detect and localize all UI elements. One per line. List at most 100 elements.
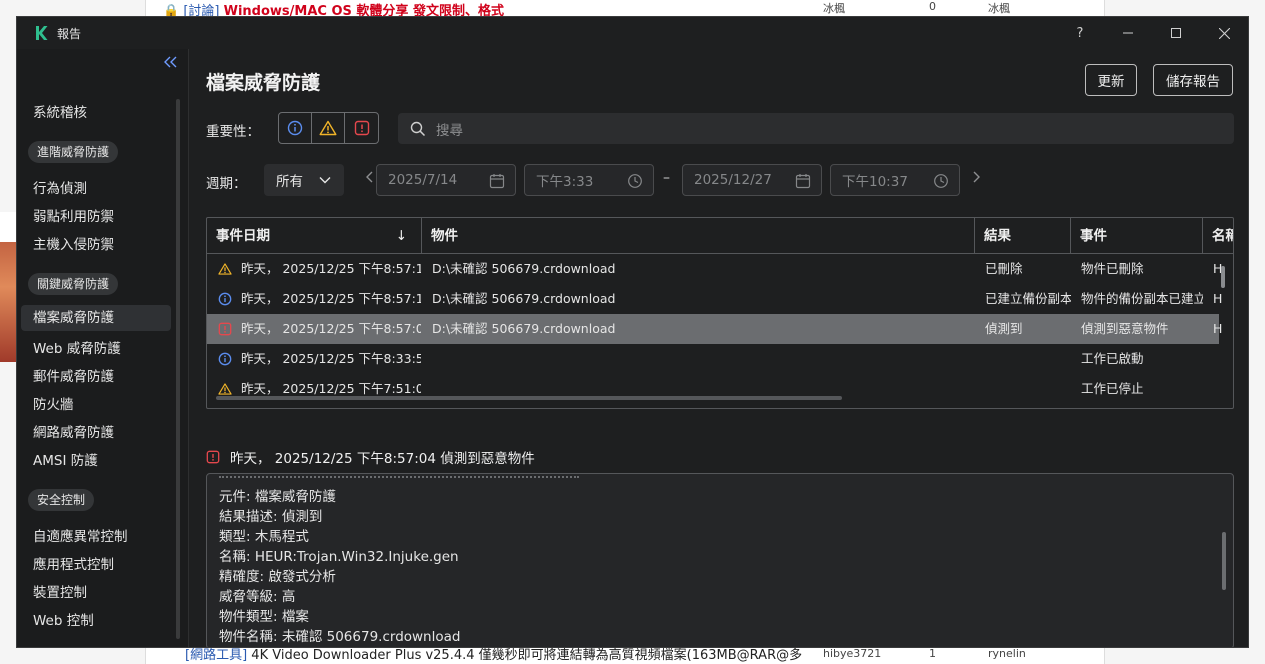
background-banner-top: [0, 212, 16, 242]
cell-object: D:\未確認 506679.crdownload: [432, 321, 616, 336]
info-icon: [218, 352, 232, 366]
column-header-result[interactable]: 結果: [975, 218, 1071, 254]
double-chevron-left-icon: [164, 56, 177, 68]
background-bottom-count: 1: [929, 647, 936, 660]
close-icon: [1218, 27, 1230, 39]
time-to-field[interactable]: 下午10:37: [830, 164, 960, 196]
column-header-event-date[interactable]: 事件日期 ↓: [207, 218, 422, 254]
sidebar-item-device-control[interactable]: 裝置控制: [33, 581, 87, 601]
sidebar: 系統稽核 進階威脅防護 行為偵測 弱點利用防禦 主機入侵防禦 關鍵威脅防護 檔案…: [17, 49, 189, 647]
table-row[interactable]: 昨天， 2025/12/25 下午8:33:56 工作已啟動: [207, 344, 1219, 374]
cell-object: D:\未確認 506679.crdownload: [432, 291, 616, 306]
sidebar-item-host-intrusion-prevention[interactable]: 主機入侵防禦: [33, 233, 114, 253]
search-placeholder: 搜尋: [436, 122, 463, 139]
severity-warning-toggle[interactable]: [312, 113, 345, 143]
sidebar-item-web-threat-protection[interactable]: Web 威脅防護: [33, 337, 121, 357]
sidebar-item-network-threat-protection[interactable]: 網路威脅防護: [33, 421, 114, 441]
date-from-field[interactable]: 2025/7/14: [376, 164, 516, 196]
sidebar-item-adaptive-anomaly-control[interactable]: 自適應異常控制: [33, 525, 128, 545]
sidebar-item-amsi-protection[interactable]: AMSI 防護: [33, 449, 98, 469]
sidebar-item-application-control[interactable]: 應用程式控制: [33, 553, 114, 573]
refresh-button[interactable]: 更新: [1085, 64, 1137, 96]
collapse-sidebar-button[interactable]: [164, 55, 182, 73]
chevron-down-icon: [319, 177, 331, 184]
background-bottom-user: hibye3721: [823, 647, 882, 660]
warning-icon: [218, 383, 232, 395]
main-content: 檔案威脅防護 更新 儲存報告 重要性： 搜尋 週期： 所有 2025/7/14 …: [189, 49, 1248, 647]
critical-icon: [354, 120, 369, 136]
sidebar-item-mail-threat-protection[interactable]: 郵件威脅防護: [33, 365, 114, 385]
warning-icon: [319, 120, 337, 136]
severity-filter: [278, 112, 379, 144]
detail-line-object-type: 物件類型: 檔案: [219, 609, 309, 625]
cell-result: 偵測到: [985, 321, 1023, 336]
close-button[interactable]: [1200, 17, 1248, 49]
background-top-user: 冰楓: [823, 2, 845, 15]
sidebar-group-essential-threat-protection: 關鍵威脅防護: [28, 273, 119, 295]
page-title: 檔案威脅防護: [206, 72, 321, 94]
table-row-selected[interactable]: 昨天， 2025/12/25 下午8:57:04 D:\未確認 506679.c…: [207, 314, 1222, 344]
sort-down-icon: ↓: [395, 228, 407, 244]
cell-name: H: [1213, 291, 1223, 306]
sidebar-item-file-threat-protection[interactable]: 檔案威脅防護: [21, 305, 171, 331]
period-value: 所有: [276, 174, 303, 190]
window-title: 報告: [57, 26, 82, 41]
minimize-button[interactable]: [1104, 17, 1152, 49]
sidebar-item-web-control[interactable]: Web 控制: [33, 609, 94, 629]
sidebar-item-firewall[interactable]: 防火牆: [33, 393, 74, 413]
cell-object: D:\未確認 506679.crdownload: [432, 261, 616, 276]
clock-icon: [934, 174, 948, 188]
sidebar-item-system-audit[interactable]: 系統稽核: [33, 101, 87, 121]
title-bar[interactable]: 報告 ?: [17, 17, 1248, 49]
search-input[interactable]: 搜尋: [398, 113, 1234, 144]
maximize-icon: [1171, 28, 1181, 38]
maximize-button[interactable]: [1152, 17, 1200, 49]
time-from-value: 下午3:33: [536, 174, 594, 190]
clock-icon: [628, 174, 642, 188]
severity-critical-toggle[interactable]: [345, 113, 378, 143]
save-report-button[interactable]: 儲存報告: [1153, 64, 1233, 96]
window-controls: ?: [1056, 17, 1248, 49]
cell-result: 已建立備份副本: [985, 291, 1071, 306]
severity-info-toggle[interactable]: [279, 113, 312, 143]
search-icon: [410, 121, 426, 136]
sidebar-item-behavior-detection[interactable]: 行為偵測: [33, 177, 87, 197]
cell-result: [985, 344, 1071, 374]
background-bottom-title[interactable]: 4K Video Downloader Plus v25.4.4 僅幾秒即可將連…: [251, 648, 802, 663]
table-horizontal-scrollbar[interactable]: [216, 396, 842, 400]
period-dropdown[interactable]: 所有: [264, 164, 344, 196]
table-row[interactable]: 昨天， 2025/12/25 下午8:57:12 D:\未確認 506679.c…: [207, 284, 1222, 314]
date-range-separator: –: [663, 170, 670, 186]
cell-result: [985, 374, 1071, 404]
column-header-event[interactable]: 事件: [1071, 218, 1203, 254]
info-icon: [287, 120, 303, 136]
event-details-header: 昨天， 2025/12/25 下午8:57:04 偵測到惡意物件: [206, 447, 535, 467]
time-from-field[interactable]: 下午3:33: [524, 164, 654, 196]
sidebar-scrollbar[interactable]: [176, 99, 180, 639]
period-label: 週期：: [206, 176, 247, 192]
table-row[interactable]: 昨天， 2025/12/25 下午8:57:12 D:\未確認 506679.c…: [207, 254, 1222, 284]
critical-icon: [206, 450, 220, 464]
next-period-button[interactable]: [971, 170, 981, 188]
event-details-panel[interactable]: 元件: 檔案威脅防護 結果描述: 偵測到 類型: 木馬程式 名稱: HEUR:T…: [206, 473, 1234, 647]
detail-line-name: 名稱: HEUR:Trojan.Win32.Injuke.gen: [219, 549, 459, 565]
cell-date: 昨天， 2025/12/25 下午8:57:04: [241, 321, 421, 336]
help-button[interactable]: ?: [1056, 17, 1104, 49]
date-to-field[interactable]: 2025/12/27: [682, 164, 822, 196]
column-header-object[interactable]: 物件: [422, 218, 975, 254]
calendar-icon: [795, 174, 811, 189]
cell-date: 昨天， 2025/12/25 下午8:57:12: [241, 291, 421, 306]
critical-icon: [218, 322, 232, 336]
cell-event: 偵測到惡意物件: [1081, 321, 1169, 336]
sidebar-item-exploit-prevention[interactable]: 弱點利用防禦: [33, 205, 114, 225]
cell-event: 物件的備份副本已建立: [1081, 291, 1203, 306]
column-header-name[interactable]: 名稱: [1203, 218, 1233, 254]
details-vertical-scrollbar[interactable]: [1222, 532, 1226, 590]
background-top-count: 0: [929, 0, 936, 13]
previous-period-button[interactable]: [365, 170, 375, 188]
kaspersky-logo-icon: [33, 25, 49, 41]
background-bottom-tag[interactable]: [網路工具]: [185, 648, 247, 663]
detail-line-component: 元件: 檔案威脅防護: [219, 489, 336, 505]
table-vertical-scrollbar[interactable]: [1221, 266, 1225, 288]
cell-event: 物件已刪除: [1081, 261, 1144, 276]
